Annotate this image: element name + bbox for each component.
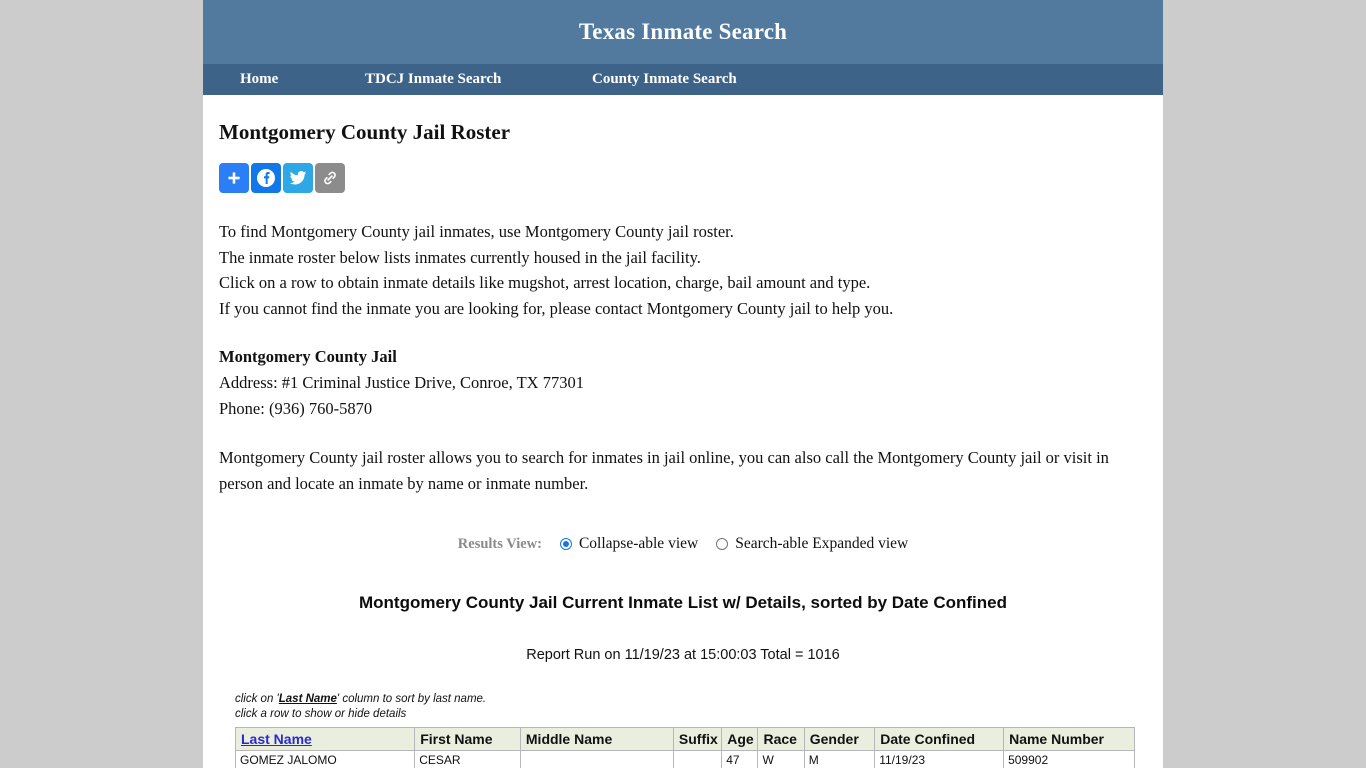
column-header-suffix[interactable]: Suffix bbox=[672, 727, 723, 751]
site-header: Texas Inmate Search bbox=[203, 0, 1163, 64]
nav-item-county-inmate-search[interactable]: County Inmate Search bbox=[592, 71, 812, 88]
cell-suffix bbox=[672, 750, 723, 768]
cell-age: 47 bbox=[721, 750, 759, 768]
main-navigation: Home TDCJ Inmate Search County Inmate Se… bbox=[203, 64, 1163, 95]
facebook-icon bbox=[256, 168, 276, 188]
column-header-date-confined[interactable]: Date Confined bbox=[874, 727, 1005, 751]
twitter-icon bbox=[289, 169, 307, 187]
closing-paragraph: Montgomery County jail roster allows you… bbox=[219, 448, 1109, 493]
cell-last-name: GOMEZ JALOMO bbox=[234, 750, 416, 768]
jail-info-block: Montgomery County Jail Address: #1 Crimi… bbox=[219, 344, 1147, 422]
intro-line: To find Montgomery County jail inmates, … bbox=[219, 222, 734, 241]
jail-name: Montgomery County Jail bbox=[219, 347, 397, 366]
cell-middle-name bbox=[519, 750, 674, 768]
main-content: Montgomery County Jail Roster To find Mo… bbox=[203, 95, 1163, 768]
radio-collapse-able-view[interactable] bbox=[559, 538, 572, 550]
sort-last-name-link[interactable]: Last Name bbox=[241, 731, 312, 747]
column-header-age[interactable]: Age bbox=[721, 727, 759, 751]
results-view-selector: Results View: Collapse-able view Search-… bbox=[219, 535, 1147, 553]
column-header-race[interactable]: Race bbox=[757, 727, 805, 751]
intro-line: If you cannot find the inmate you are lo… bbox=[219, 298, 894, 318]
report-run-line: Report Run on 11/19/23 at 15:00:03 Total… bbox=[526, 647, 840, 663]
cell-first-name: CESAR bbox=[414, 750, 521, 768]
cell-gender: M bbox=[803, 750, 876, 768]
cell-race: W bbox=[757, 750, 805, 768]
sort-hint-prefix: click on ' bbox=[235, 693, 279, 705]
column-header-middle-name[interactable]: Middle Name bbox=[519, 727, 674, 751]
table-header-row: Last Name First Name Middle Name Suffix … bbox=[234, 727, 1135, 751]
addthis-share-button[interactable] bbox=[219, 163, 249, 193]
results-view-label: Results View: bbox=[457, 535, 542, 552]
nav-item-tdcj-inmate-search[interactable]: TDCJ Inmate Search bbox=[365, 71, 592, 88]
page-title: Montgomery County Jail Roster bbox=[219, 120, 511, 144]
intro-line: Click on a row to obtain inmate details … bbox=[219, 273, 871, 292]
link-icon bbox=[321, 169, 339, 187]
sort-hint-link[interactable]: Last Name bbox=[279, 693, 337, 705]
share-button-row bbox=[219, 163, 1147, 193]
sort-hint-suffix: ' column to sort by last name. bbox=[336, 693, 487, 705]
roster-table-body: GOMEZ JALOMO CESAR 47 W M 11/19/23 50990… bbox=[234, 750, 1135, 768]
report-title: Montgomery County Jail Current Inmate Li… bbox=[359, 593, 1007, 612]
column-header-first-name[interactable]: First Name bbox=[414, 727, 521, 751]
roster-table-container: click on 'Last Name' column to sort by l… bbox=[219, 692, 1147, 768]
nav-item-home[interactable]: Home bbox=[240, 71, 365, 88]
radio-searchable-expanded-view[interactable] bbox=[716, 538, 729, 550]
twitter-share-button[interactable] bbox=[283, 163, 313, 193]
site-title: Texas Inmate Search bbox=[578, 19, 788, 44]
facebook-share-button[interactable] bbox=[251, 163, 281, 193]
intro-line: The inmate roster below lists inmates cu… bbox=[219, 247, 701, 267]
column-header-gender[interactable]: Gender bbox=[803, 727, 876, 751]
radio-option-collapse-able-view[interactable]: Collapse-able view bbox=[559, 535, 699, 553]
radio-label-searchable-expanded-view: Search-able Expanded view bbox=[735, 535, 909, 552]
intro-text-block: To find Montgomery County jail inmates, … bbox=[219, 219, 1147, 321]
page-panel: Texas Inmate Search Home TDCJ Inmate Sea… bbox=[203, 0, 1163, 768]
radio-option-searchable-expanded-view[interactable]: Search-able Expanded view bbox=[716, 535, 908, 553]
jail-address: Address: #1 Criminal Justice Drive, Conr… bbox=[219, 373, 584, 392]
sort-hint: click on 'Last Name' column to sort by l… bbox=[235, 692, 1147, 707]
cell-date-confined: 11/19/23 bbox=[874, 750, 1005, 768]
inmate-roster-table: Last Name First Name Middle Name Suffix … bbox=[234, 727, 1135, 768]
radio-label-collapse-able-view: Collapse-able view bbox=[578, 535, 699, 552]
row-click-hint: click a row to show or hide details bbox=[235, 708, 407, 720]
copy-link-button[interactable] bbox=[315, 163, 345, 193]
column-header-last-name[interactable]: Last Name bbox=[234, 727, 416, 751]
column-header-name-number[interactable]: Name Number bbox=[1003, 727, 1135, 751]
plus-icon bbox=[226, 170, 242, 186]
jail-phone: Phone: (936) 760-5870 bbox=[219, 399, 373, 418]
cell-name-number: 509902 bbox=[1003, 750, 1135, 768]
table-row[interactable]: GOMEZ JALOMO CESAR 47 W M 11/19/23 50990… bbox=[234, 750, 1135, 768]
